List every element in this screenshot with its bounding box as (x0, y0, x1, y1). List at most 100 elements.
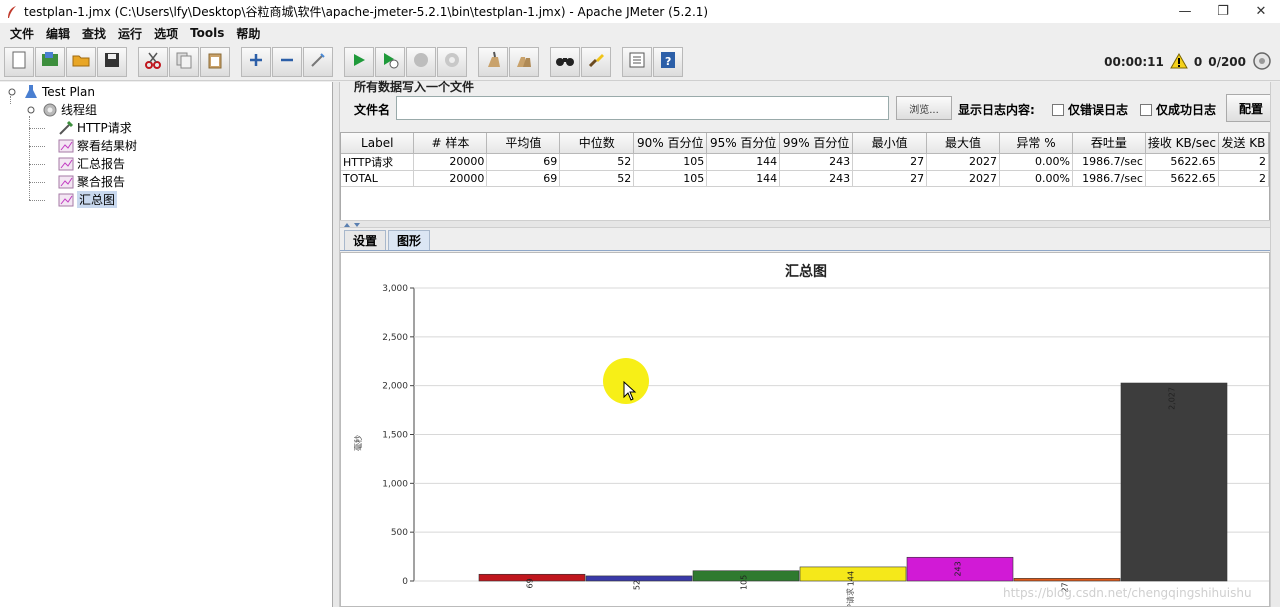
chart-icon (58, 138, 74, 154)
browse-button[interactable]: 浏览... (896, 96, 952, 120)
column-header[interactable]: Label (341, 133, 415, 154)
vertical-scrollbar[interactable] (1270, 82, 1280, 607)
column-header[interactable]: 中位数 (559, 133, 635, 154)
copy-icon (175, 51, 193, 72)
menu-run[interactable]: 运行 (112, 25, 148, 42)
title-bar: testplan-1.jmx (C:\Users\lfy\Desktop\谷粒商… (0, 0, 1280, 23)
filename-label: 文件名 (354, 103, 391, 117)
table-cell: 1986.7/sec (1072, 170, 1146, 187)
table-row[interactable]: TOTAL 20000 69 52 105 144 243 27 2027 0.… (341, 170, 1269, 187)
paste-button[interactable] (200, 46, 230, 77)
menu-edit[interactable]: 编辑 (40, 25, 76, 42)
close-button[interactable]: ✕ (1242, 0, 1280, 23)
minimize-button[interactable]: — (1166, 0, 1204, 23)
tab-settings[interactable]: 设置 (344, 230, 387, 250)
search-button[interactable] (550, 46, 580, 77)
tree-label: 察看结果树 (77, 139, 138, 153)
restore-button[interactable]: ❐ (1204, 0, 1242, 23)
new-button[interactable] (4, 46, 34, 77)
brush-icon (587, 51, 605, 72)
save-button[interactable] (97, 46, 127, 77)
column-header[interactable]: 异常 % (999, 133, 1073, 154)
jmeter-feather-icon (4, 4, 20, 20)
help-book-icon: ? (659, 51, 677, 72)
column-header[interactable]: # 样本 (413, 133, 488, 154)
expand-toggle-icon[interactable] (23, 102, 39, 118)
save-disk-icon (103, 51, 121, 72)
table-row[interactable]: HTTP请求 20000 69 52 105 144 243 27 2027 0… (341, 153, 1269, 171)
tree-node-http-request[interactable]: HTTP请求 (58, 119, 132, 136)
cut-button[interactable] (138, 46, 168, 77)
collapse-button[interactable] (272, 46, 302, 77)
checkbox-box[interactable] (1140, 103, 1152, 116)
bar-value-label: 243 (954, 561, 963, 576)
tab-graph[interactable]: 图形 (388, 230, 431, 250)
tree-node-summary-report[interactable]: 汇总报告 (58, 155, 125, 172)
remote-status-icon[interactable] (1252, 51, 1272, 74)
splitter-arrows-icon[interactable] (342, 221, 364, 229)
table-cell: 52 (559, 153, 635, 171)
pane-splitter[interactable] (333, 82, 340, 607)
filename-input[interactable] (396, 96, 889, 120)
reset-search-button[interactable] (581, 46, 611, 77)
clear-all-button[interactable] (509, 46, 539, 77)
expand-toggle-icon[interactable] (4, 84, 20, 100)
copy-button[interactable] (169, 46, 199, 77)
column-header[interactable]: 95% 百分位 (706, 133, 781, 154)
y-tick-label: 3,000 (382, 284, 408, 294)
thread-count: 0/200 (1208, 55, 1246, 69)
column-header[interactable]: 接收 KB/sec (1145, 133, 1219, 154)
menu-tools[interactable]: Tools (184, 26, 230, 40)
menu-search[interactable]: 查找 (76, 25, 112, 42)
tree-node-thread-group[interactable]: 线程组 (23, 101, 97, 118)
column-header[interactable]: 最大值 (926, 133, 1001, 154)
bar-value-label: 69 (526, 578, 535, 588)
menu-file[interactable]: 文件 (4, 25, 40, 42)
column-header[interactable]: 90% 百分位 (633, 133, 708, 154)
tree-node-test-plan[interactable]: Test Plan (4, 83, 95, 100)
tree-label: Test Plan (42, 84, 95, 99)
column-header[interactable]: 吞吐量 (1072, 133, 1146, 154)
tree-label: 线程组 (61, 103, 98, 117)
column-header[interactable]: 发送 KB (1218, 133, 1269, 154)
gear-icon (42, 102, 58, 118)
checkbox-box[interactable] (1052, 103, 1064, 116)
errors-only-checkbox[interactable]: 仅错误日志 (1052, 101, 1128, 118)
toggle-button[interactable] (303, 46, 333, 77)
column-header[interactable]: 平均值 (486, 133, 561, 154)
menu-bar: 文件 编辑 查找 运行 选项 Tools 帮助 (0, 23, 1280, 43)
tree-node-view-results-tree[interactable]: 察看结果树 (58, 137, 137, 154)
list-icon (628, 51, 646, 72)
start-no-pauses-button[interactable] (375, 46, 405, 77)
pipette-icon (58, 120, 74, 136)
success-only-checkbox[interactable]: 仅成功日志 (1140, 101, 1216, 118)
templates-button[interactable] (35, 46, 65, 77)
help-button[interactable]: ? (653, 46, 683, 77)
column-header[interactable]: 99% 百分位 (779, 133, 854, 154)
open-button[interactable] (66, 46, 96, 77)
horizontal-splitter[interactable] (340, 220, 1270, 228)
menu-help[interactable]: 帮助 (230, 25, 266, 42)
tree-node-aggregate-report[interactable]: 聚合报告 (58, 173, 125, 190)
function-helper-button[interactable] (622, 46, 652, 77)
shutdown-button[interactable] (437, 46, 467, 77)
plus-icon (248, 52, 264, 71)
brooms-icon (515, 51, 533, 72)
table-cell: 5622.65 (1145, 170, 1219, 187)
stop-icon (412, 51, 430, 72)
broom-icon (484, 51, 502, 72)
expand-button[interactable] (241, 46, 271, 77)
stop-button[interactable] (406, 46, 436, 77)
file-output-group: 所有数据写入一个文件 文件名 浏览... 显示日志内容: 仅错误日志 仅成功日志… (340, 80, 1280, 130)
table-header-row: Label # 样本 平均值 中位数 90% 百分位 95% 百分位 99% 百… (341, 133, 1269, 154)
table-cell: 105 (633, 153, 708, 171)
warning-icon[interactable] (1169, 52, 1188, 72)
table-cell: 144 (706, 170, 781, 187)
window-controls: — ❐ ✕ (1166, 0, 1280, 23)
clear-button[interactable] (478, 46, 508, 77)
start-button[interactable] (344, 46, 374, 77)
menu-options[interactable]: 选项 (148, 25, 184, 42)
tree-node-aggregate-graph[interactable]: 汇总图 (58, 191, 118, 208)
aggregate-chart: 0 500 1,000 1,500 2,000 2,500 3,000 毫秒 69 52 105 14… (353, 284, 1269, 606)
column-header[interactable]: 最小值 (852, 133, 928, 154)
